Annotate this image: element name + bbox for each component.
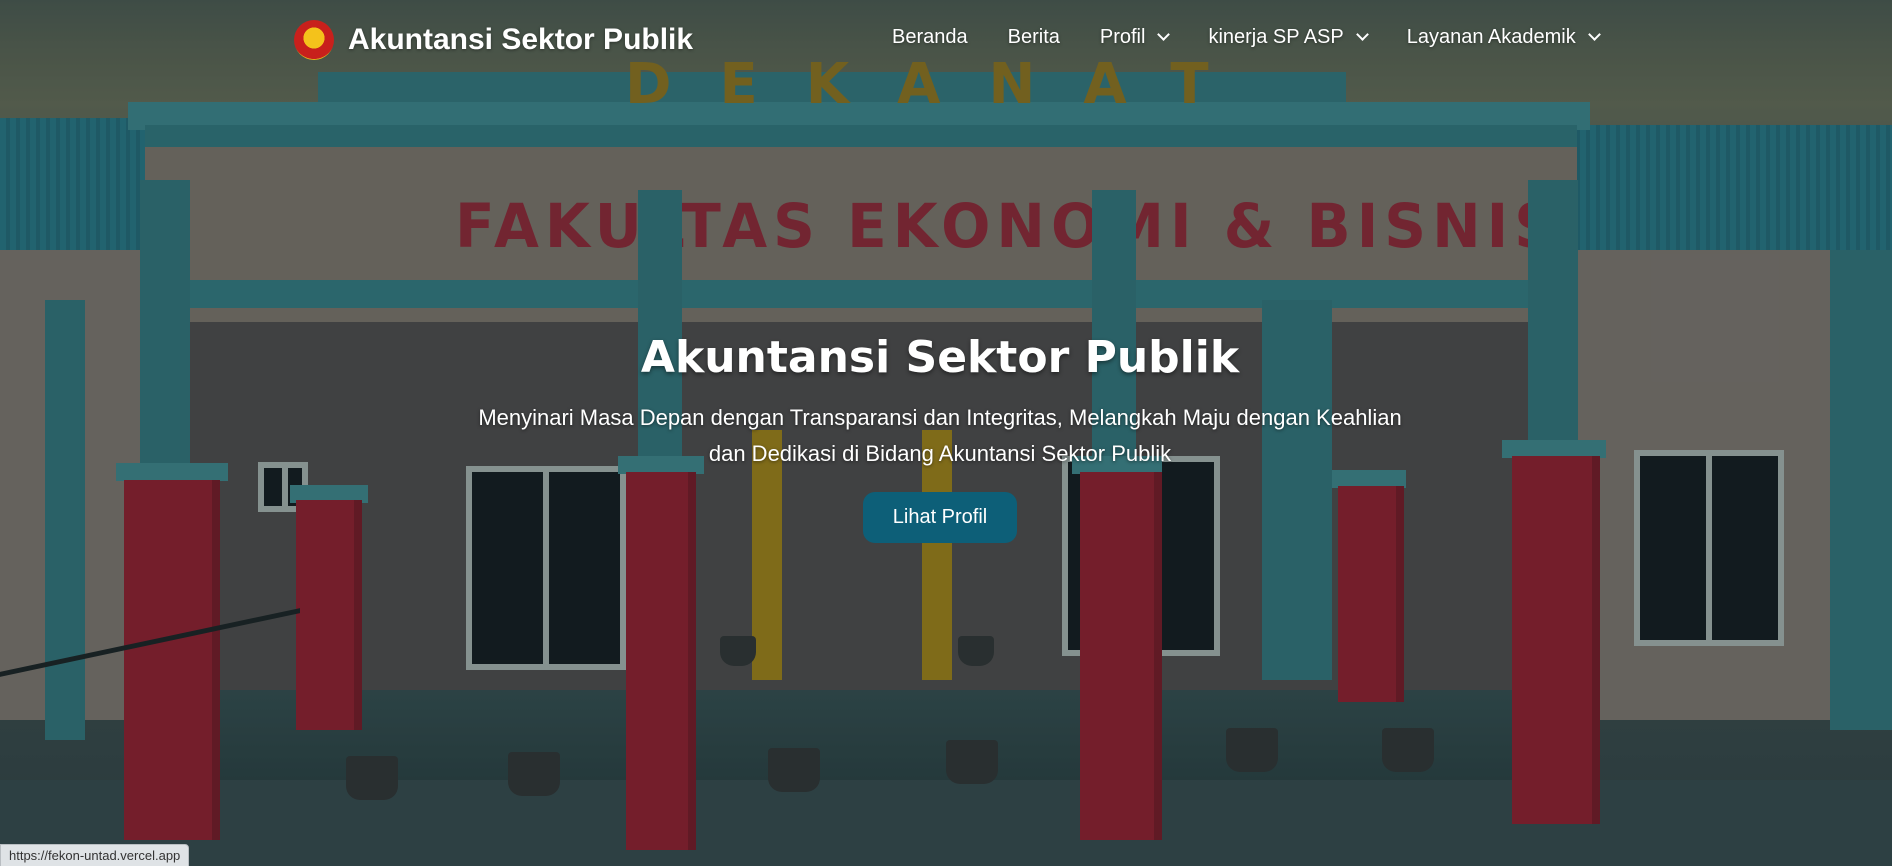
nav-item-label: kinerja SP ASP: [1208, 26, 1344, 48]
chevron-down-icon: [1355, 28, 1369, 41]
nav-item-label: Layanan Akademik: [1406, 26, 1576, 48]
nav-item-label: Beranda: [892, 26, 968, 48]
hero-subtitle: Menyinari Masa Depan dengan Transparansi…: [478, 405, 1402, 466]
university-emblem-icon: [294, 20, 334, 60]
nav-item-label: Berita: [1007, 26, 1060, 48]
chevron-down-icon: [1157, 28, 1171, 41]
view-profile-button[interactable]: Lihat Profil: [862, 492, 1018, 543]
nav-item-kinerja[interactable]: kinerja SP ASP: [1208, 26, 1369, 49]
status-bar-url: https://fekon-untad.vercel.app: [0, 844, 190, 866]
nav-item-beranda[interactable]: Beranda: [892, 26, 968, 49]
nav-item-layanan-akademik[interactable]: Layanan Akademik: [1406, 26, 1601, 49]
chevron-down-icon: [1587, 28, 1601, 41]
hero-section: Akuntansi Sektor Publik Menyinari Masa D…: [0, 328, 1892, 543]
main-nav: Beranda Berita Profil kinerja SP ASP Lay…: [892, 26, 1639, 49]
hero-title: Akuntansi Sektor Publik: [640, 332, 1240, 383]
brand-link[interactable]: Akuntansi Sektor Publik: [294, 18, 693, 62]
page: DEKANAT FAKULTAS EKONOMI & BISNIS Akunta…: [0, 0, 1892, 866]
nav-item-profil[interactable]: Profil: [1099, 26, 1171, 49]
nav-item-berita[interactable]: Berita: [1008, 26, 1060, 49]
navbar: Akuntansi Sektor Publik Beranda Berita P…: [0, 0, 1892, 80]
brand-name: Akuntansi Sektor Publik: [348, 23, 694, 56]
nav-item-label: Profil: [1099, 26, 1146, 48]
